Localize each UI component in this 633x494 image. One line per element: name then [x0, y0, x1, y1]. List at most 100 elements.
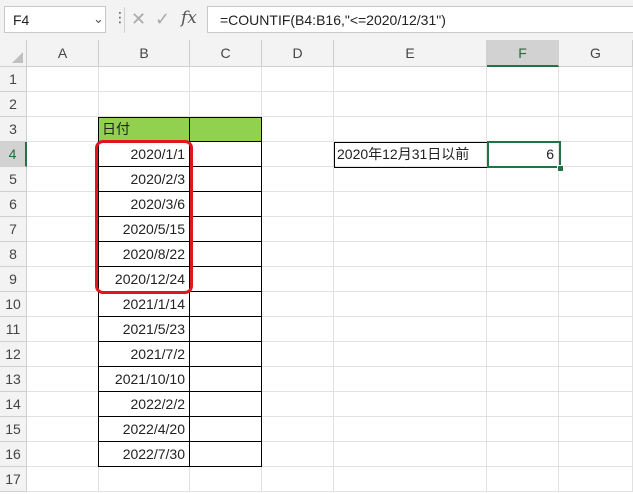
cell-a12[interactable] [27, 342, 99, 367]
cell-d10[interactable] [262, 292, 334, 317]
cell-b14[interactable]: 2022/2/2 [99, 392, 190, 417]
row-header-12[interactable]: 12 [0, 342, 27, 367]
cell-f8[interactable] [487, 242, 559, 267]
column-header-a[interactable]: A [27, 40, 99, 67]
cell-f16[interactable] [487, 442, 559, 467]
cell-f17[interactable] [487, 467, 559, 492]
cell-g4[interactable] [559, 142, 633, 167]
cell-g12[interactable] [559, 342, 633, 367]
fx-icon[interactable]: fx [181, 8, 197, 28]
cell-g7[interactable] [559, 217, 633, 242]
cell-a4[interactable] [27, 142, 99, 167]
cell-f2[interactable] [487, 92, 559, 117]
cell-c3[interactable] [190, 117, 262, 142]
row-header-4[interactable]: 4 [0, 142, 27, 167]
cell-b11[interactable]: 2021/5/23 [99, 317, 190, 342]
cell-e14[interactable] [334, 392, 487, 417]
cell-e3[interactable] [334, 117, 487, 142]
row-header-1[interactable]: 1 [0, 67, 27, 92]
row-header-7[interactable]: 7 [0, 217, 27, 242]
cell-e6[interactable] [334, 192, 487, 217]
cell-d17[interactable] [262, 467, 334, 492]
cell-e17[interactable] [334, 467, 487, 492]
cell-a17[interactable] [27, 467, 99, 492]
cell-f7[interactable] [487, 217, 559, 242]
cell-f3[interactable] [487, 117, 559, 142]
cell-d8[interactable] [262, 242, 334, 267]
cell-b7[interactable]: 2020/5/15 [99, 217, 190, 242]
row-header-13[interactable]: 13 [0, 367, 27, 392]
cell-d3[interactable] [262, 117, 334, 142]
row-header-11[interactable]: 11 [0, 317, 27, 342]
cell-b12[interactable]: 2021/7/2 [99, 342, 190, 367]
row-header-9[interactable]: 9 [0, 267, 27, 292]
cell-g5[interactable] [559, 167, 633, 192]
cell-c4[interactable] [190, 142, 262, 167]
column-header-g[interactable]: G [559, 40, 633, 67]
name-box[interactable]: F4 ⌄ [4, 6, 106, 33]
cell-c2[interactable] [190, 92, 262, 117]
cell-d2[interactable] [262, 92, 334, 117]
column-header-d[interactable]: D [262, 40, 334, 67]
cell-e16[interactable] [334, 442, 487, 467]
cell-f15[interactable] [487, 417, 559, 442]
cell-b16[interactable]: 2022/7/30 [99, 442, 190, 467]
cell-e15[interactable] [334, 417, 487, 442]
cell-a14[interactable] [27, 392, 99, 417]
cell-g11[interactable] [559, 317, 633, 342]
cell-g13[interactable] [559, 367, 633, 392]
cell-c17[interactable] [190, 467, 262, 492]
cell-e7[interactable] [334, 217, 487, 242]
cell-c13[interactable] [190, 367, 262, 392]
enter-icon[interactable]: ✓ [155, 9, 170, 30]
cell-e8[interactable] [334, 242, 487, 267]
row-header-17[interactable]: 17 [0, 467, 27, 492]
cell-a13[interactable] [27, 367, 99, 392]
cell-f1[interactable] [487, 67, 559, 92]
cell-c16[interactable] [190, 442, 262, 467]
column-header-e[interactable]: E [334, 40, 487, 67]
fill-handle[interactable] [557, 165, 564, 172]
cell-d4[interactable] [262, 142, 334, 167]
chevron-down-icon[interactable]: ⌄ [93, 11, 104, 27]
cell-c11[interactable] [190, 317, 262, 342]
cell-b8[interactable]: 2020/8/22 [99, 242, 190, 267]
cell-d9[interactable] [262, 267, 334, 292]
row-header-16[interactable]: 16 [0, 442, 27, 467]
cell-c9[interactable] [190, 267, 262, 292]
cell-d5[interactable] [262, 167, 334, 192]
cell-g1[interactable] [559, 67, 633, 92]
cell-d15[interactable] [262, 417, 334, 442]
cell-a10[interactable] [27, 292, 99, 317]
cell-g9[interactable] [559, 267, 633, 292]
cell-e12[interactable] [334, 342, 487, 367]
cancel-icon[interactable]: ✕ [131, 9, 146, 30]
cell-e11[interactable] [334, 317, 487, 342]
cell-e10[interactable] [334, 292, 487, 317]
cell-d7[interactable] [262, 217, 334, 242]
cell-a6[interactable] [27, 192, 99, 217]
cell-b2[interactable] [99, 92, 190, 117]
cell-c12[interactable] [190, 342, 262, 367]
row-header-2[interactable]: 2 [0, 92, 27, 117]
cell-b3[interactable]: 日付 [99, 117, 190, 142]
cell-e2[interactable] [334, 92, 487, 117]
cell-c7[interactable] [190, 217, 262, 242]
column-header-b[interactable]: B [99, 40, 190, 67]
cell-a15[interactable] [27, 417, 99, 442]
cell-a8[interactable] [27, 242, 99, 267]
row-header-10[interactable]: 10 [0, 292, 27, 317]
cell-e1[interactable] [334, 67, 487, 92]
select-all-corner[interactable] [0, 40, 27, 67]
cell-b15[interactable]: 2022/4/20 [99, 417, 190, 442]
cell-g3[interactable] [559, 117, 633, 142]
cell-g8[interactable] [559, 242, 633, 267]
cell-f14[interactable] [487, 392, 559, 417]
cell-c1[interactable] [190, 67, 262, 92]
cell-d6[interactable] [262, 192, 334, 217]
cell-e13[interactable] [334, 367, 487, 392]
cell-g14[interactable] [559, 392, 633, 417]
cell-c14[interactable] [190, 392, 262, 417]
cell-g10[interactable] [559, 292, 633, 317]
cell-a2[interactable] [27, 92, 99, 117]
